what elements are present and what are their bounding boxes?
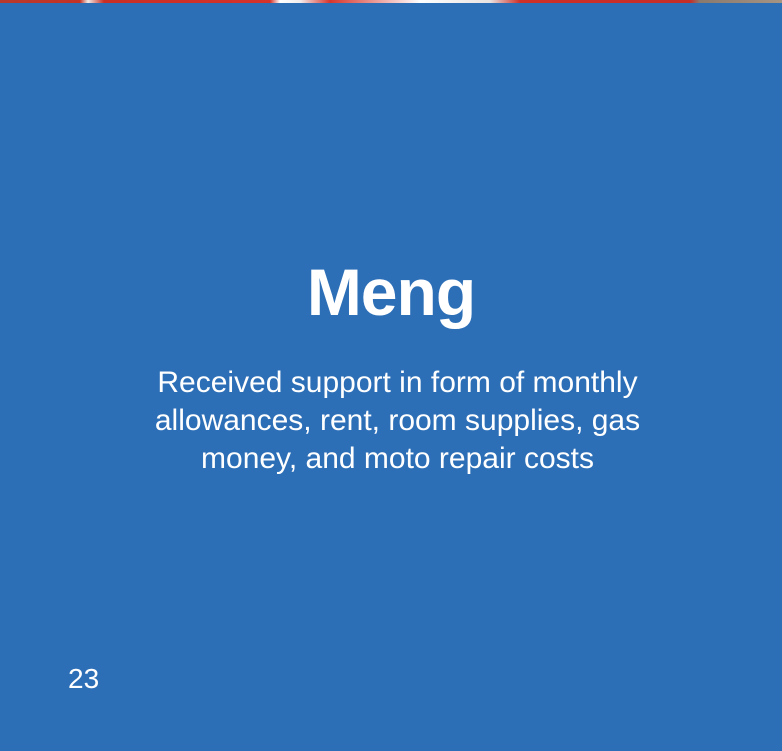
slide-title: Meng	[306, 255, 476, 329]
slide-description: Received support in form of monthly allo…	[154, 366, 641, 475]
cropped-photo	[0, 0, 782, 3]
page-number: 23	[68, 663, 100, 694]
slide-page: Meng Received support in form of monthly…	[0, 0, 782, 751]
